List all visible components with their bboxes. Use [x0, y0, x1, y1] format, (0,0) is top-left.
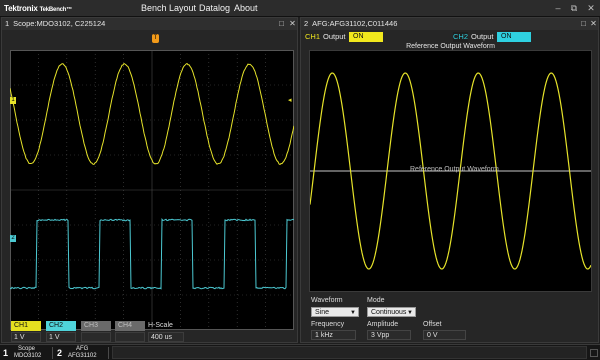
- ch2-level-marker[interactable]: 2: [10, 235, 16, 242]
- afg-panel-number: 2: [304, 19, 308, 28]
- ch3-badge[interactable]: CH3: [81, 321, 111, 331]
- taskbar-item-1-number[interactable]: 1: [3, 347, 11, 359]
- instrument-taskbar: 1 Scope MDO3102 2 AFG AFG31102: [0, 344, 600, 360]
- hscale-label: H-Scale: [148, 321, 173, 331]
- amplitude-label: Amplitude: [367, 320, 398, 329]
- amplitude-field[interactable]: 3 Vpp: [367, 330, 411, 340]
- scope-close-icon[interactable]: ✕: [288, 19, 297, 28]
- ch4-badge[interactable]: CH4: [115, 321, 145, 331]
- ch4-scale-value[interactable]: [115, 332, 145, 342]
- afg-ch2-label: CH2: [453, 32, 468, 42]
- brand-sub: TekBench™: [40, 7, 72, 13]
- offset-field[interactable]: 0 V: [423, 330, 466, 340]
- mode-label: Mode: [367, 296, 385, 305]
- afg-reference-plot: Reference Output Waveform: [309, 50, 592, 292]
- ch1-scale-value[interactable]: 1 V: [11, 332, 41, 342]
- scope-maximize-icon[interactable]: □: [277, 19, 286, 28]
- ch4-badge-label: CH4: [118, 322, 132, 329]
- taskbar-corner-icon: [590, 349, 598, 357]
- afg-plot-center-label: Reference Output Waveform: [410, 165, 499, 174]
- ch1-badge[interactable]: CH1: [11, 321, 41, 331]
- waveform-label: Waveform: [311, 296, 343, 305]
- frequency-field[interactable]: 1 kHz: [311, 330, 356, 340]
- taskbar-item-2-line1: AFG: [68, 346, 97, 353]
- brand-name: Tektronix: [4, 4, 38, 13]
- scope-waveform-svg: [10, 50, 294, 330]
- ch2-badge-label: CH2: [49, 322, 63, 329]
- title-bar: Tektronix TekBench™ Bench Layout Datalog …: [0, 0, 600, 17]
- minimize-button[interactable]: –: [552, 3, 564, 14]
- afg-ch1-label: CH1: [305, 32, 320, 42]
- scope-panel: 1 Scope:MDO3102, C225124 □ ✕ 1 2 T ◂ CH1 …: [1, 17, 298, 343]
- menu-datalog[interactable]: Datalog: [199, 2, 230, 15]
- afg-ch2-output-toggle[interactable]: ON: [497, 32, 531, 42]
- afg-close-icon[interactable]: ✕: [589, 19, 598, 28]
- ch3-scale-value[interactable]: [81, 332, 111, 342]
- taskbar-item-2-label[interactable]: AFG AFG31102: [68, 346, 97, 360]
- taskbar-divider: [108, 347, 109, 359]
- afg-panel-header: 2 AFG:AFG31102,C011446: [301, 18, 598, 30]
- scope-display[interactable]: [10, 50, 294, 330]
- waveform-select[interactable]: Sine ▼: [311, 307, 359, 317]
- scope-panel-title: Scope:MDO3102, C225124: [13, 19, 105, 28]
- hscale-value[interactable]: 400 us: [148, 332, 184, 342]
- restore-button[interactable]: ⧉: [568, 3, 580, 14]
- ch3-badge-label: CH3: [84, 322, 98, 329]
- mode-select-value: Continuous: [371, 309, 406, 316]
- menu-bench-layout[interactable]: Bench Layout: [141, 2, 196, 15]
- ch2-scale-value[interactable]: 1 V: [46, 332, 76, 342]
- mode-select[interactable]: Continuous ▼: [367, 307, 416, 317]
- afg-ch1-output-toggle[interactable]: ON: [349, 32, 383, 42]
- afg-maximize-icon[interactable]: □: [579, 19, 588, 28]
- afg-plot-title: Reference Output Waveform: [309, 43, 592, 50]
- taskbar-divider: [52, 347, 53, 359]
- offset-label: Offset: [423, 320, 442, 329]
- app-brand: Tektronix TekBench™: [4, 3, 72, 14]
- scope-panel-header: 1 Scope:MDO3102, C225124: [2, 18, 297, 30]
- ch1-level-marker[interactable]: 1: [10, 97, 16, 104]
- afg-panel: 2 AFG:AFG31102,C011446 □ ✕ CH1 Output ON …: [300, 17, 599, 343]
- mode-dropdown-icon: ▼: [407, 308, 413, 318]
- right-edge-marker-icon: ◂: [288, 97, 292, 104]
- afg-ch2-output-label: Output: [471, 32, 494, 42]
- taskbar-item-1-line2: MDO3102: [14, 353, 41, 360]
- afg-ch1-output-label: Output: [323, 32, 346, 42]
- ch1-badge-label: CH1: [14, 322, 28, 329]
- afg-panel-title: AFG:AFG31102,C011446: [312, 19, 397, 28]
- taskbar-item-2-number[interactable]: 2: [57, 347, 65, 359]
- waveform-select-value: Sine: [315, 309, 329, 316]
- taskbar-item-1-line1: Scope: [14, 346, 41, 353]
- frequency-label: Frequency: [311, 320, 344, 329]
- menu-about[interactable]: About: [234, 2, 258, 15]
- close-button[interactable]: ✕: [585, 3, 597, 14]
- scope-panel-number: 1: [5, 19, 9, 28]
- taskbar-item-2-line2: AFG31102: [68, 353, 97, 360]
- ch2-badge[interactable]: CH2: [46, 321, 76, 331]
- waveform-dropdown-icon: ▼: [350, 308, 356, 318]
- taskbar-item-1-label[interactable]: Scope MDO3102: [14, 346, 41, 360]
- trigger-position-marker[interactable]: T: [152, 34, 159, 43]
- taskbar-empty-slot: [112, 346, 587, 359]
